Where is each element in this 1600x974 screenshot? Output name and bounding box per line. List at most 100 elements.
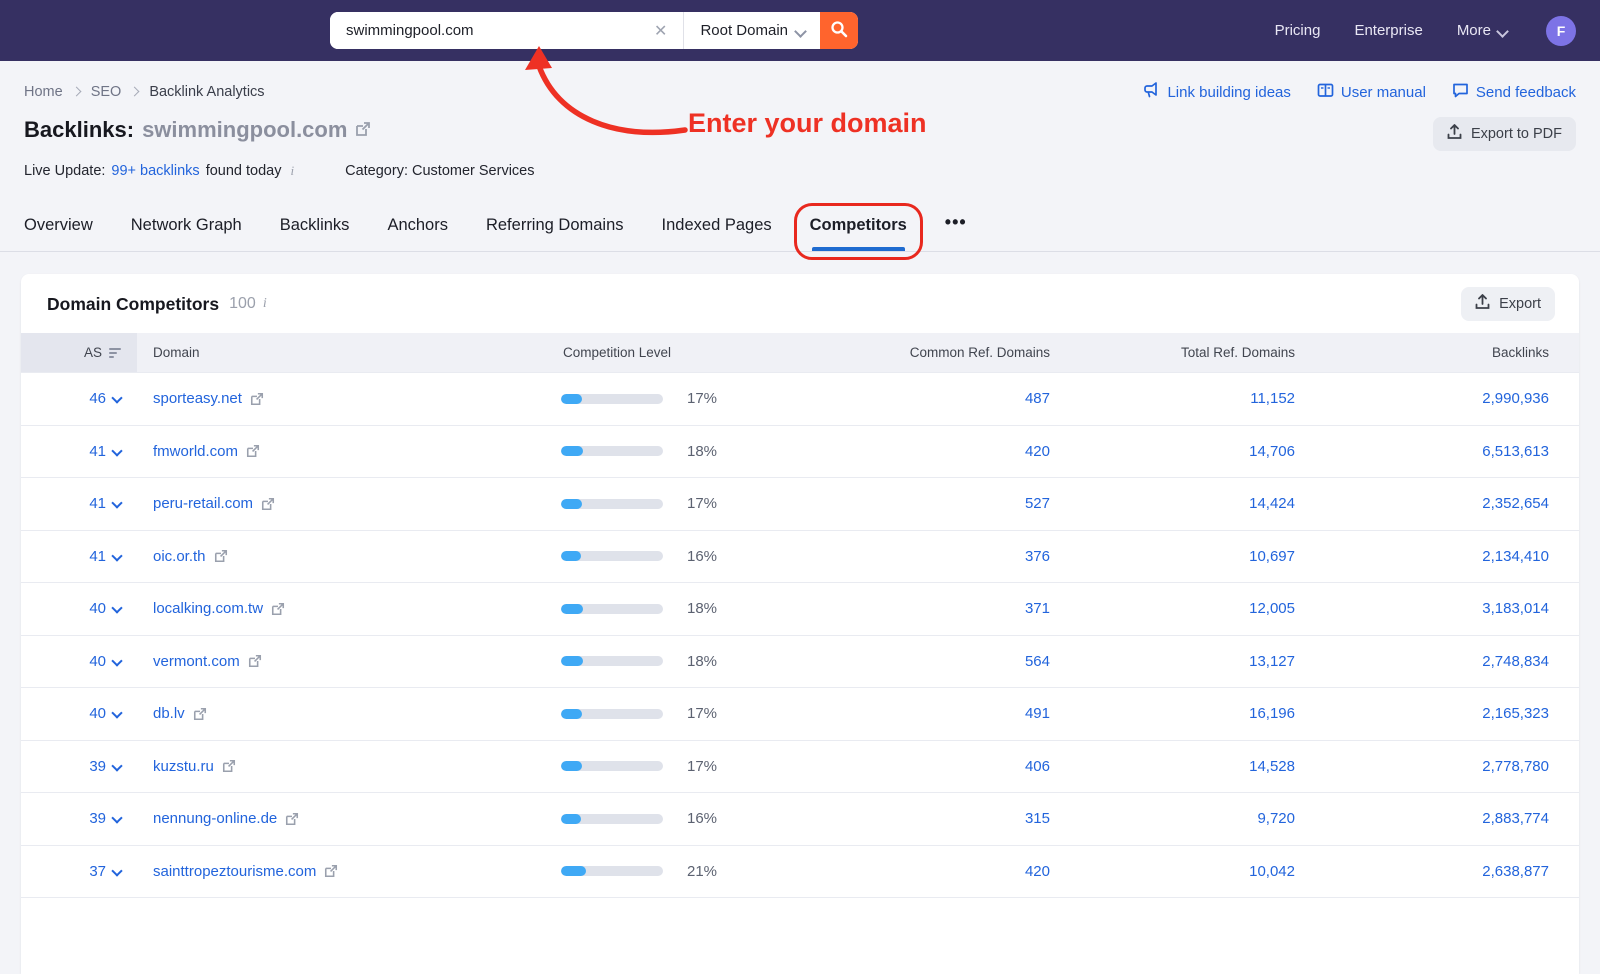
external-link-icon[interactable] xyxy=(271,602,285,616)
search-input[interactable] xyxy=(346,22,650,39)
total-ref-domains-value[interactable]: 14,706 xyxy=(1249,443,1295,460)
link-building-ideas-link[interactable]: Link building ideas xyxy=(1143,82,1290,102)
as-cell[interactable]: 40 xyxy=(21,600,137,617)
tab-network-graph[interactable]: Network Graph xyxy=(131,216,242,251)
domain-link[interactable]: sporteasy.net xyxy=(153,390,264,407)
as-cell[interactable]: 40 xyxy=(21,705,137,722)
backlinks-value[interactable]: 2,778,780 xyxy=(1482,758,1549,775)
tab-overview[interactable]: Overview xyxy=(24,216,93,251)
scope-dropdown[interactable]: Root Domain xyxy=(683,12,820,49)
export-to-pdf-button[interactable]: Export to PDF xyxy=(1433,117,1576,151)
external-link-icon[interactable] xyxy=(285,812,299,826)
common-ref-domains-value[interactable]: 420 xyxy=(1025,443,1050,460)
as-cell[interactable]: 46 xyxy=(21,390,137,407)
total-ref-domains-value[interactable]: 12,005 xyxy=(1249,600,1295,617)
user-manual-link[interactable]: User manual xyxy=(1317,83,1426,102)
domain-link[interactable]: vermont.com xyxy=(153,653,262,670)
total-ref-domains-value[interactable]: 10,697 xyxy=(1249,548,1295,565)
domain-link[interactable]: fmworld.com xyxy=(153,443,260,460)
breadcrumb-home[interactable]: Home xyxy=(24,84,63,100)
column-header-backlinks[interactable]: Backlinks xyxy=(1311,345,1579,360)
avatar[interactable]: F xyxy=(1546,16,1576,46)
common-ref-domains-value[interactable]: 420 xyxy=(1025,863,1050,880)
backlinks-value[interactable]: 2,990,936 xyxy=(1482,390,1549,407)
backlinks-value[interactable]: 2,352,654 xyxy=(1482,495,1549,512)
common-ref-domains-value[interactable]: 376 xyxy=(1025,548,1050,565)
nav-more[interactable]: More xyxy=(1457,22,1508,39)
column-header-domain[interactable]: Domain xyxy=(137,345,541,360)
total-ref-domains-value[interactable]: 9,720 xyxy=(1257,810,1295,827)
column-header-as[interactable]: AS xyxy=(21,333,137,372)
domain-link[interactable]: sainttropeztourisme.com xyxy=(153,863,338,880)
send-feedback-link[interactable]: Send feedback xyxy=(1452,82,1576,102)
external-link-icon[interactable] xyxy=(355,117,371,143)
external-link-icon[interactable] xyxy=(246,444,260,458)
external-link-icon[interactable] xyxy=(193,707,207,721)
nav-enterprise[interactable]: Enterprise xyxy=(1354,22,1422,39)
common-ref-domains-value[interactable]: 315 xyxy=(1025,810,1050,827)
competition-bar-fill xyxy=(561,499,582,509)
domain-link[interactable]: nennung-online.de xyxy=(153,810,299,827)
common-ref-domains-value[interactable]: 491 xyxy=(1025,705,1050,722)
domain-link[interactable]: peru-retail.com xyxy=(153,495,275,512)
external-link-icon[interactable] xyxy=(261,497,275,511)
export-to-pdf-label: Export to PDF xyxy=(1471,126,1562,142)
total-ref-domains-value[interactable]: 14,424 xyxy=(1249,495,1295,512)
clear-icon[interactable]: ✕ xyxy=(650,21,671,41)
tab-anchors[interactable]: Anchors xyxy=(387,216,448,251)
total-ref-domains-value[interactable]: 10,042 xyxy=(1249,863,1295,880)
tab-referring-domains[interactable]: Referring Domains xyxy=(486,216,624,251)
backlinks-value[interactable]: 6,513,613 xyxy=(1482,443,1549,460)
as-cell[interactable]: 37 xyxy=(21,863,137,880)
domain-link[interactable]: localking.com.tw xyxy=(153,600,285,617)
as-cell[interactable]: 41 xyxy=(21,495,137,512)
as-cell[interactable]: 39 xyxy=(21,810,137,827)
info-icon[interactable]: i xyxy=(287,163,297,179)
common-ref-domains-value[interactable]: 406 xyxy=(1025,758,1050,775)
external-link-icon[interactable] xyxy=(250,392,264,406)
as-cell[interactable]: 39 xyxy=(21,758,137,775)
nav-pricing[interactable]: Pricing xyxy=(1275,22,1321,39)
domain-name: fmworld.com xyxy=(153,443,238,460)
total-ref-domains-value[interactable]: 16,196 xyxy=(1249,705,1295,722)
total-ref-domains-value[interactable]: 14,528 xyxy=(1249,758,1295,775)
external-link-icon[interactable] xyxy=(324,864,338,878)
backlinks-value[interactable]: 2,134,410 xyxy=(1482,548,1549,565)
column-header-total-ref[interactable]: Total Ref. Domains xyxy=(1066,345,1311,360)
common-ref-domains-value[interactable]: 371 xyxy=(1025,600,1050,617)
search-button[interactable] xyxy=(820,12,858,49)
external-link-icon[interactable] xyxy=(222,759,236,773)
as-cell[interactable]: 41 xyxy=(21,548,137,565)
column-header-competition[interactable]: Competition Level xyxy=(541,345,831,360)
info-icon[interactable]: i xyxy=(260,296,270,312)
backlinks-value[interactable]: 2,638,877 xyxy=(1482,863,1549,880)
backlinks-value[interactable]: 2,165,323 xyxy=(1482,705,1549,722)
as-value: 41 xyxy=(89,548,106,565)
total-ref-domains-value[interactable]: 11,152 xyxy=(1250,390,1295,407)
external-link-icon[interactable] xyxy=(214,549,228,563)
domain-link[interactable]: db.lv xyxy=(153,705,207,722)
common-ref-domains-value[interactable]: 487 xyxy=(1025,390,1050,407)
as-cell[interactable]: 41 xyxy=(21,443,137,460)
backlinks-value[interactable]: 2,883,774 xyxy=(1482,810,1549,827)
export-button[interactable]: Export xyxy=(1461,287,1555,321)
table-row: 41 oic.or.th 16% 376 10,697 2,134,410 xyxy=(21,531,1579,584)
domain-link[interactable]: oic.or.th xyxy=(153,548,228,565)
total-ref-domains-value[interactable]: 13,127 xyxy=(1249,653,1295,670)
as-value: 39 xyxy=(89,758,106,775)
common-ref-domains-value[interactable]: 564 xyxy=(1025,653,1050,670)
common-ref-domains-value[interactable]: 527 xyxy=(1025,495,1050,512)
breadcrumb-seo[interactable]: SEO xyxy=(91,84,122,100)
as-cell[interactable]: 40 xyxy=(21,653,137,670)
chevron-right-icon xyxy=(131,88,139,96)
live-update-link[interactable]: 99+ backlinks xyxy=(111,163,199,179)
tabs-more-button[interactable]: ••• xyxy=(945,212,967,251)
backlinks-value[interactable]: 3,183,014 xyxy=(1482,600,1549,617)
backlinks-value[interactable]: 2,748,834 xyxy=(1482,653,1549,670)
tab-competitors[interactable]: Competitors xyxy=(810,216,907,251)
tab-backlinks[interactable]: Backlinks xyxy=(280,216,350,251)
column-header-common-ref[interactable]: Common Ref. Domains xyxy=(831,345,1066,360)
external-link-icon[interactable] xyxy=(248,654,262,668)
domain-link[interactable]: kuzstu.ru xyxy=(153,758,236,775)
tab-indexed-pages[interactable]: Indexed Pages xyxy=(662,216,772,251)
